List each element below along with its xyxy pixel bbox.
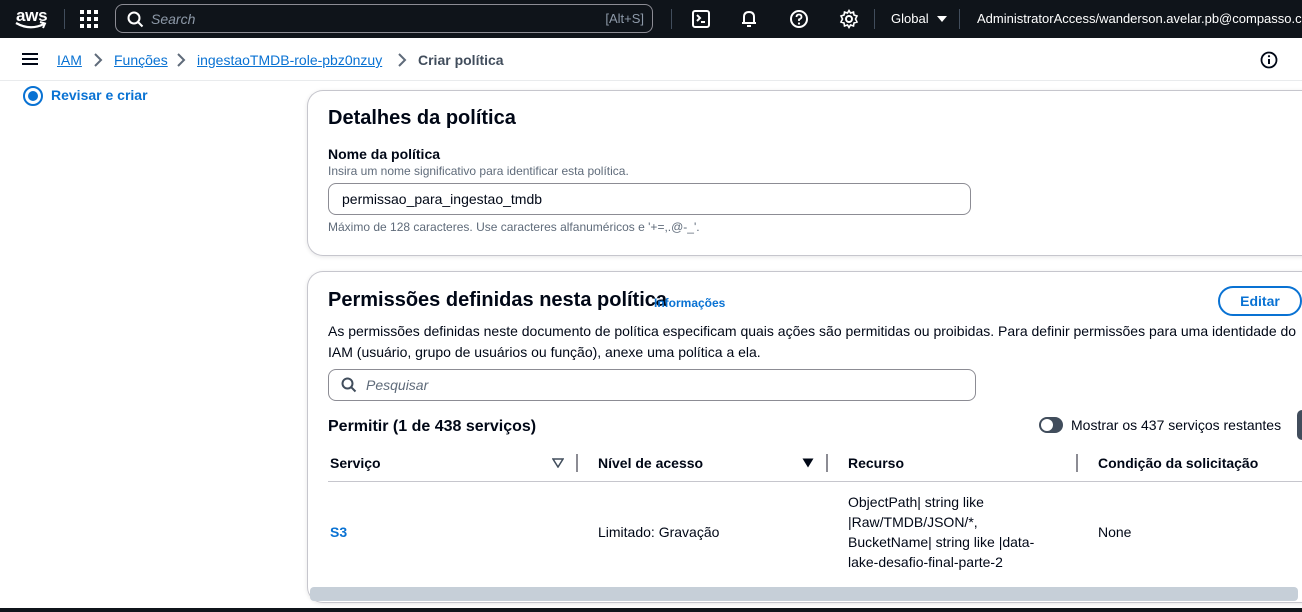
nav-divider [874, 9, 875, 29]
search-icon [127, 11, 144, 28]
search-placeholder: Search [151, 11, 196, 27]
breadcrumb-roles[interactable]: Funções [114, 52, 168, 68]
breadcrumb-current: Criar política [418, 52, 504, 68]
column-resizer[interactable] [826, 454, 828, 472]
search-shortcut: [Alt+S] [605, 11, 644, 26]
column-header-condition[interactable]: Condição da solicitação [1098, 455, 1258, 471]
horizontal-scrollbar[interactable] [310, 587, 1298, 601]
column-resizer[interactable] [576, 454, 578, 472]
column-header-access-level[interactable]: Nível de acesso [598, 455, 703, 471]
permissions-search-input[interactable]: Pesquisar [328, 369, 976, 401]
resource-line: ObjectPath| string like [848, 494, 984, 510]
step-review-create[interactable]: Revisar e criar [51, 87, 148, 103]
nav-divider [671, 9, 672, 29]
apps-grid-icon[interactable] [80, 10, 98, 28]
cloudshell-icon[interactable] [691, 9, 711, 29]
policy-name-input[interactable]: permissao_para_ingestao_tmdb [328, 183, 971, 215]
nav-divider [959, 9, 960, 29]
policy-name-description: Insira um nome significativo para identi… [328, 164, 629, 178]
column-header-resource[interactable]: Recurso [848, 455, 904, 471]
global-search-input[interactable]: Search [Alt+S] [115, 4, 653, 33]
permissions-description: As permissões definidas neste documento … [328, 323, 1297, 360]
top-navigation: aws Search [Alt+S] Global AdministratorA… [0, 0, 1302, 38]
policy-name-label: Nome da política [328, 146, 441, 162]
region-selector[interactable]: Global [891, 11, 948, 26]
bell-icon[interactable] [739, 9, 759, 29]
policy-name-value: permissao_para_ingestao_tmdb [342, 191, 543, 207]
resource-cell: ObjectPath| string like |Raw/TMDB/JSON/*… [848, 492, 1068, 572]
info-icon[interactable] [1260, 51, 1278, 69]
chevron-right-icon [177, 53, 186, 67]
side-handle[interactable] [1297, 410, 1302, 440]
chevron-right-icon [398, 53, 407, 67]
access-level-cell: Limitado: Gravação [598, 524, 720, 540]
nav-divider [64, 9, 65, 29]
menu-icon[interactable] [22, 53, 38, 65]
aws-smile-icon [15, 21, 47, 29]
search-icon [341, 377, 357, 393]
chevron-right-icon [94, 53, 103, 67]
bottom-edge [0, 608, 1302, 612]
breadcrumb-iam[interactable]: IAM [57, 52, 82, 68]
sort-desc-icon[interactable] [802, 458, 814, 468]
resource-line: |Raw/TMDB/JSON/*, [848, 514, 978, 530]
region-label: Global [891, 11, 929, 26]
resource-line: BucketName| string like |data- [848, 534, 1035, 550]
column-header-service[interactable]: Serviço [330, 455, 381, 471]
show-remaining-label: Mostrar os 437 serviços restantes [1071, 417, 1282, 433]
allow-heading: Permitir (1 de 438 serviços) [328, 418, 537, 435]
edit-button[interactable]: Editar [1218, 286, 1302, 316]
account-menu[interactable]: AdministratorAccess/wanderson.avelar.pb@… [977, 11, 1302, 26]
service-link-s3[interactable]: S3 [330, 522, 347, 542]
breadcrumb-bar: IAM Funções ingestaoTMDB-role-pbz0nzuy C… [0, 38, 1302, 81]
policy-name-constraint: Máximo de 128 caracteres. Use caracteres… [328, 220, 700, 234]
policy-details-title: Detalhes da política [328, 107, 516, 129]
table-header-divider [328, 481, 1302, 482]
column-resizer[interactable] [1076, 454, 1078, 472]
permissions-search-placeholder: Pesquisar [366, 377, 429, 393]
info-link[interactable]: Informações [654, 296, 725, 310]
show-remaining-toggle[interactable] [1039, 417, 1063, 433]
sort-icon[interactable] [552, 458, 564, 468]
help-icon[interactable] [789, 9, 809, 29]
breadcrumb-role[interactable]: ingestaoTMDB-role-pbz0nzuy [197, 52, 382, 68]
aws-logo[interactable]: aws [14, 5, 50, 33]
gear-icon[interactable] [839, 9, 859, 29]
resource-line: lake-desafio-final-parte-2 [848, 554, 1003, 570]
step-indicator-icon [23, 86, 43, 106]
condition-cell: None [1098, 524, 1132, 540]
permissions-title: Permissões definidas nesta política [328, 289, 668, 311]
caret-down-icon [937, 16, 948, 22]
